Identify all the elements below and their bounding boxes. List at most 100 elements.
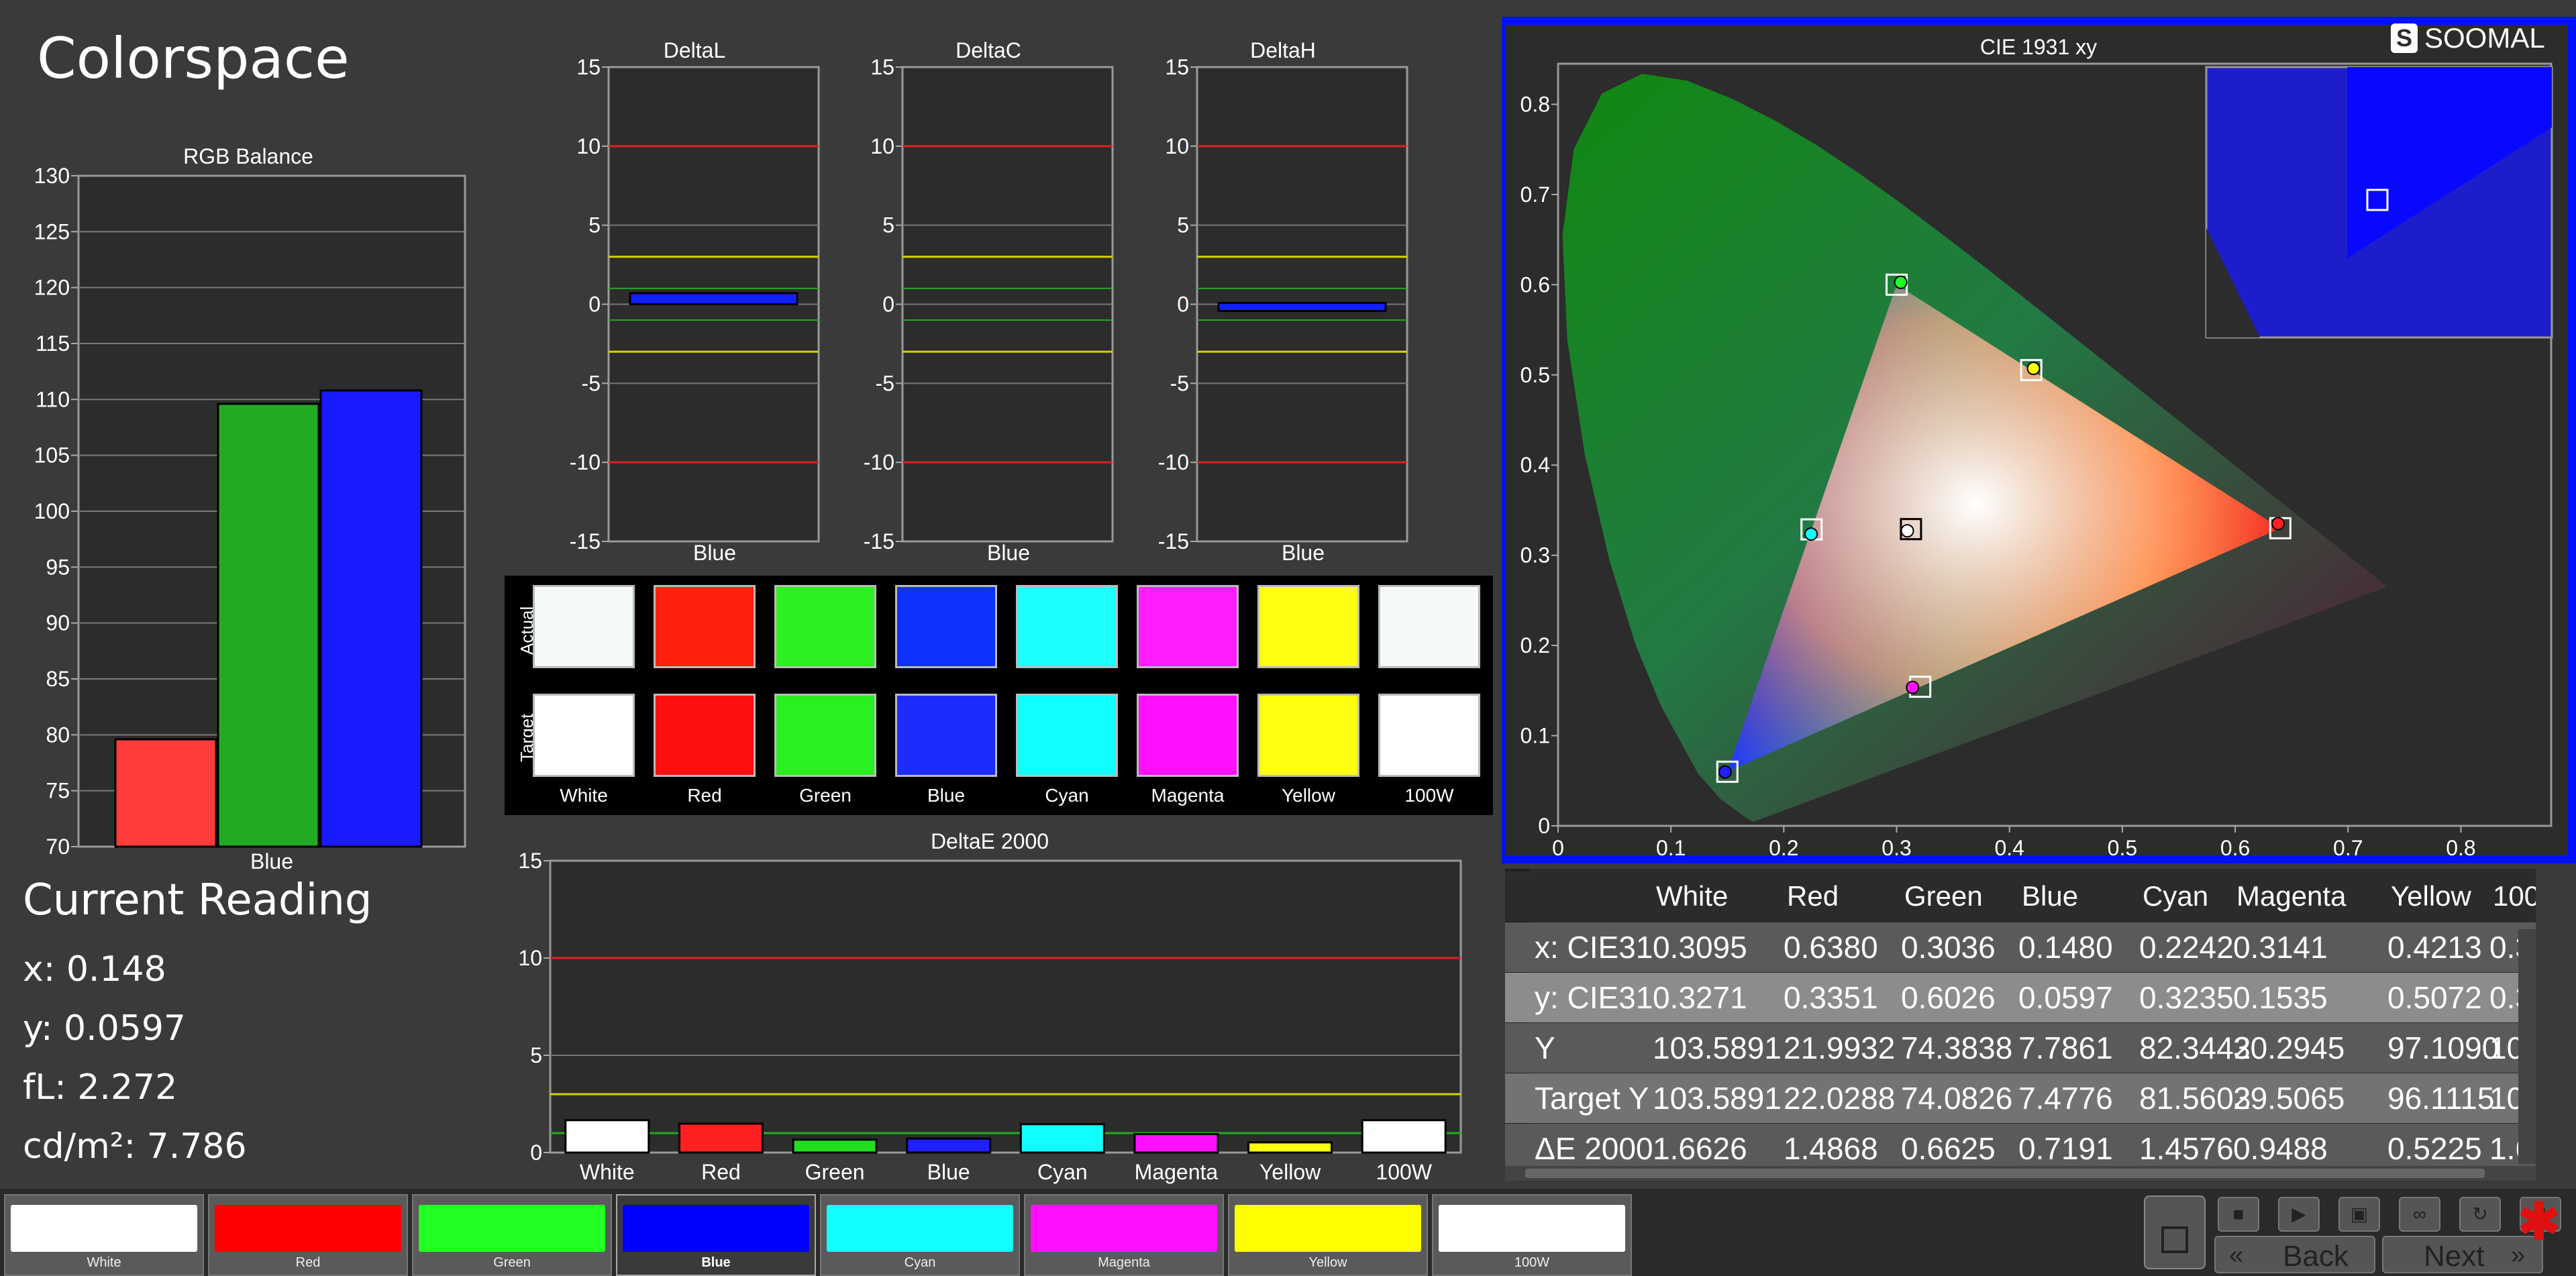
target-swatch-magenta bbox=[1137, 694, 1239, 777]
table-cell: 0.1535 bbox=[2233, 980, 2328, 1015]
delta-y-tick: -15 bbox=[570, 529, 601, 553]
patch-button-label: Red bbox=[295, 1255, 321, 1270]
refresh-icon[interactable]: ↻ bbox=[2459, 1197, 2501, 1232]
delta-y-tick: -5 bbox=[1170, 371, 1189, 395]
deltae-bar-magenta bbox=[1133, 1132, 1219, 1154]
current-reading-panel: Current Reading x: 0.148 y: 0.0597 fL: 2… bbox=[23, 875, 372, 1176]
rgb-y-tick: 80 bbox=[46, 723, 70, 747]
actual-swatch-white bbox=[533, 585, 635, 668]
patch-button-magenta[interactable]: Magenta bbox=[1024, 1194, 1224, 1276]
deltae-bar-blue bbox=[906, 1137, 992, 1154]
table-row: Y 103.5891 21.9932 74.3838 7.7861 82.3442 30.2… bbox=[1505, 1023, 2536, 1073]
swatch-label: White bbox=[560, 785, 608, 806]
target-swatch-cyan bbox=[1016, 694, 1118, 777]
next-label: Next bbox=[2424, 1240, 2485, 1273]
patch-button-label: Cyan bbox=[904, 1255, 936, 1270]
rgb-y-tick: 85 bbox=[46, 667, 70, 691]
table-column-header: Yellow bbox=[2391, 880, 2471, 912]
cie-title: CIE 1931 xy bbox=[1980, 35, 2097, 59]
patch-button-red[interactable]: Red bbox=[208, 1194, 408, 1276]
infinity-icon[interactable]: ∞ bbox=[2399, 1197, 2440, 1232]
patch-button-label: Yellow bbox=[1308, 1255, 1347, 1270]
table-column-header: White bbox=[1656, 880, 1729, 912]
table-horizontal-scrollbar[interactable] bbox=[1505, 1166, 2536, 1181]
rgb-y-tick: 70 bbox=[46, 835, 70, 859]
table-cell: 30.2945 bbox=[2233, 1030, 2345, 1065]
actual-swatch-100w bbox=[1378, 585, 1480, 668]
deltae-category-label: Yellow bbox=[1259, 1160, 1321, 1184]
back-chevron-icon: « bbox=[2229, 1241, 2244, 1269]
cie-x-tick: 0.2 bbox=[1769, 836, 1798, 860]
patch-button-blue[interactable]: Blue bbox=[616, 1194, 816, 1276]
delta-y-tick: 10 bbox=[870, 134, 894, 158]
rgb-y-tick: 115 bbox=[36, 331, 70, 356]
rgb-y-tick: 125 bbox=[34, 219, 70, 244]
delta-y-tick: 15 bbox=[870, 55, 894, 79]
deltae-y-tick: 5 bbox=[530, 1043, 542, 1067]
patch-button-100w[interactable]: 100W bbox=[1432, 1194, 1632, 1276]
patch-color-fill bbox=[419, 1205, 605, 1252]
rgb-y-tick: 100 bbox=[34, 499, 70, 523]
swatch-label: Red bbox=[687, 785, 722, 806]
deltae-category-label: Cyan bbox=[1037, 1160, 1088, 1184]
deltae-bar-100w bbox=[1361, 1119, 1447, 1154]
rgb-balance-xlabel: Blue bbox=[250, 849, 293, 873]
cie-x-tick: 0.4 bbox=[1994, 836, 2024, 860]
play-icon[interactable]: ▶ bbox=[2278, 1197, 2320, 1232]
patch-button-green[interactable]: Green bbox=[412, 1194, 612, 1276]
deltae-title: DeltaE 2000 bbox=[931, 829, 1049, 853]
table-vertical-scrollbar[interactable] bbox=[2518, 929, 2536, 1164]
patch-button-label: Blue bbox=[701, 1255, 731, 1270]
delta-y-tick: 0 bbox=[588, 293, 601, 317]
logo-text: SOOMAL bbox=[2424, 22, 2545, 54]
reading-y: y: 0.0597 bbox=[23, 1008, 186, 1049]
table-cell: 0.4213 bbox=[2387, 930, 2482, 965]
patch-color-fill bbox=[623, 1205, 809, 1252]
cie-x-tick: 0.1 bbox=[1656, 836, 1686, 860]
bottom-toolbar: White Red Green Blue Cyan Magenta Yellow 100W ■… bbox=[0, 1189, 2576, 1276]
stop-icon[interactable]: ■ bbox=[2218, 1197, 2259, 1232]
delta-chart-deltal: DeltaL 15 10 5 0 -5 -10 -15 Blue bbox=[570, 38, 820, 565]
stop-record-button[interactable] bbox=[2144, 1195, 2206, 1269]
table-cell: 0.3351 bbox=[1784, 980, 1878, 1015]
deltae-category-label: Green bbox=[805, 1160, 865, 1184]
patch-color-fill bbox=[11, 1205, 197, 1252]
delta-y-tick: 5 bbox=[882, 213, 894, 237]
cie-y-tick: 0.6 bbox=[1521, 272, 1550, 297]
deltae-chart: DeltaE 2000 15 10 5 0 White Red Green Blue Cyan M… bbox=[518, 829, 1462, 1184]
deltae-bar-green bbox=[792, 1138, 878, 1154]
deltae-bar-cyan bbox=[1019, 1123, 1105, 1154]
cie-y-tick: 0.2 bbox=[1521, 633, 1550, 657]
save-icon[interactable]: ▣ bbox=[2338, 1197, 2380, 1232]
deltae-category-label: 100W bbox=[1376, 1160, 1432, 1184]
table-row-label: Y bbox=[1535, 1030, 1555, 1065]
table-column-header: Cyan bbox=[2143, 880, 2209, 912]
table-header-row: White Red Green Blue Cyan Magenta Yellow 100W bbox=[1505, 871, 2536, 921]
patch-button-cyan[interactable]: Cyan bbox=[820, 1194, 1020, 1276]
delta-y-tick: 0 bbox=[882, 293, 894, 317]
reading-fl: fL: 2.272 bbox=[23, 1067, 178, 1108]
table-cell: 0.3271 bbox=[1653, 980, 1747, 1015]
table-cell: 0.6026 bbox=[1901, 980, 1996, 1015]
actual-swatch-blue bbox=[895, 585, 997, 668]
deltae-category-label: Red bbox=[701, 1160, 741, 1184]
delta-charts: DeltaL 15 10 5 0 -5 -10 -15 Blue DeltaC 15 10 5 0 -5 -1… bbox=[570, 38, 1408, 565]
patch-button-white[interactable]: White bbox=[4, 1194, 204, 1276]
table-cell: 21.9932 bbox=[1784, 1030, 1896, 1065]
cie-zoom-inset bbox=[2205, 66, 2553, 339]
table-cell: 74.3838 bbox=[1901, 1030, 2013, 1065]
cie-y-tick: 0.7 bbox=[1521, 182, 1550, 207]
target-swatch-100w bbox=[1378, 694, 1480, 777]
scrollbar-thumb[interactable] bbox=[1525, 1169, 2485, 1178]
cie-y-tick: 0.5 bbox=[1521, 363, 1550, 387]
back-button[interactable]: « Back bbox=[2214, 1236, 2375, 1273]
rgb-y-tick: 95 bbox=[46, 555, 70, 579]
patch-button-yellow[interactable]: Yellow bbox=[1228, 1194, 1428, 1276]
asterisk-icon[interactable]: ✱ bbox=[2518, 1191, 2561, 1251]
patch-color-fill bbox=[1235, 1205, 1421, 1252]
delta-y-tick: 5 bbox=[1177, 213, 1189, 237]
cie-measured-point-cyan bbox=[1804, 527, 1818, 541]
patch-button-label: Magenta bbox=[1098, 1255, 1150, 1270]
patch-button-label: 100W bbox=[1514, 1255, 1550, 1270]
back-label: Back bbox=[2283, 1240, 2349, 1273]
